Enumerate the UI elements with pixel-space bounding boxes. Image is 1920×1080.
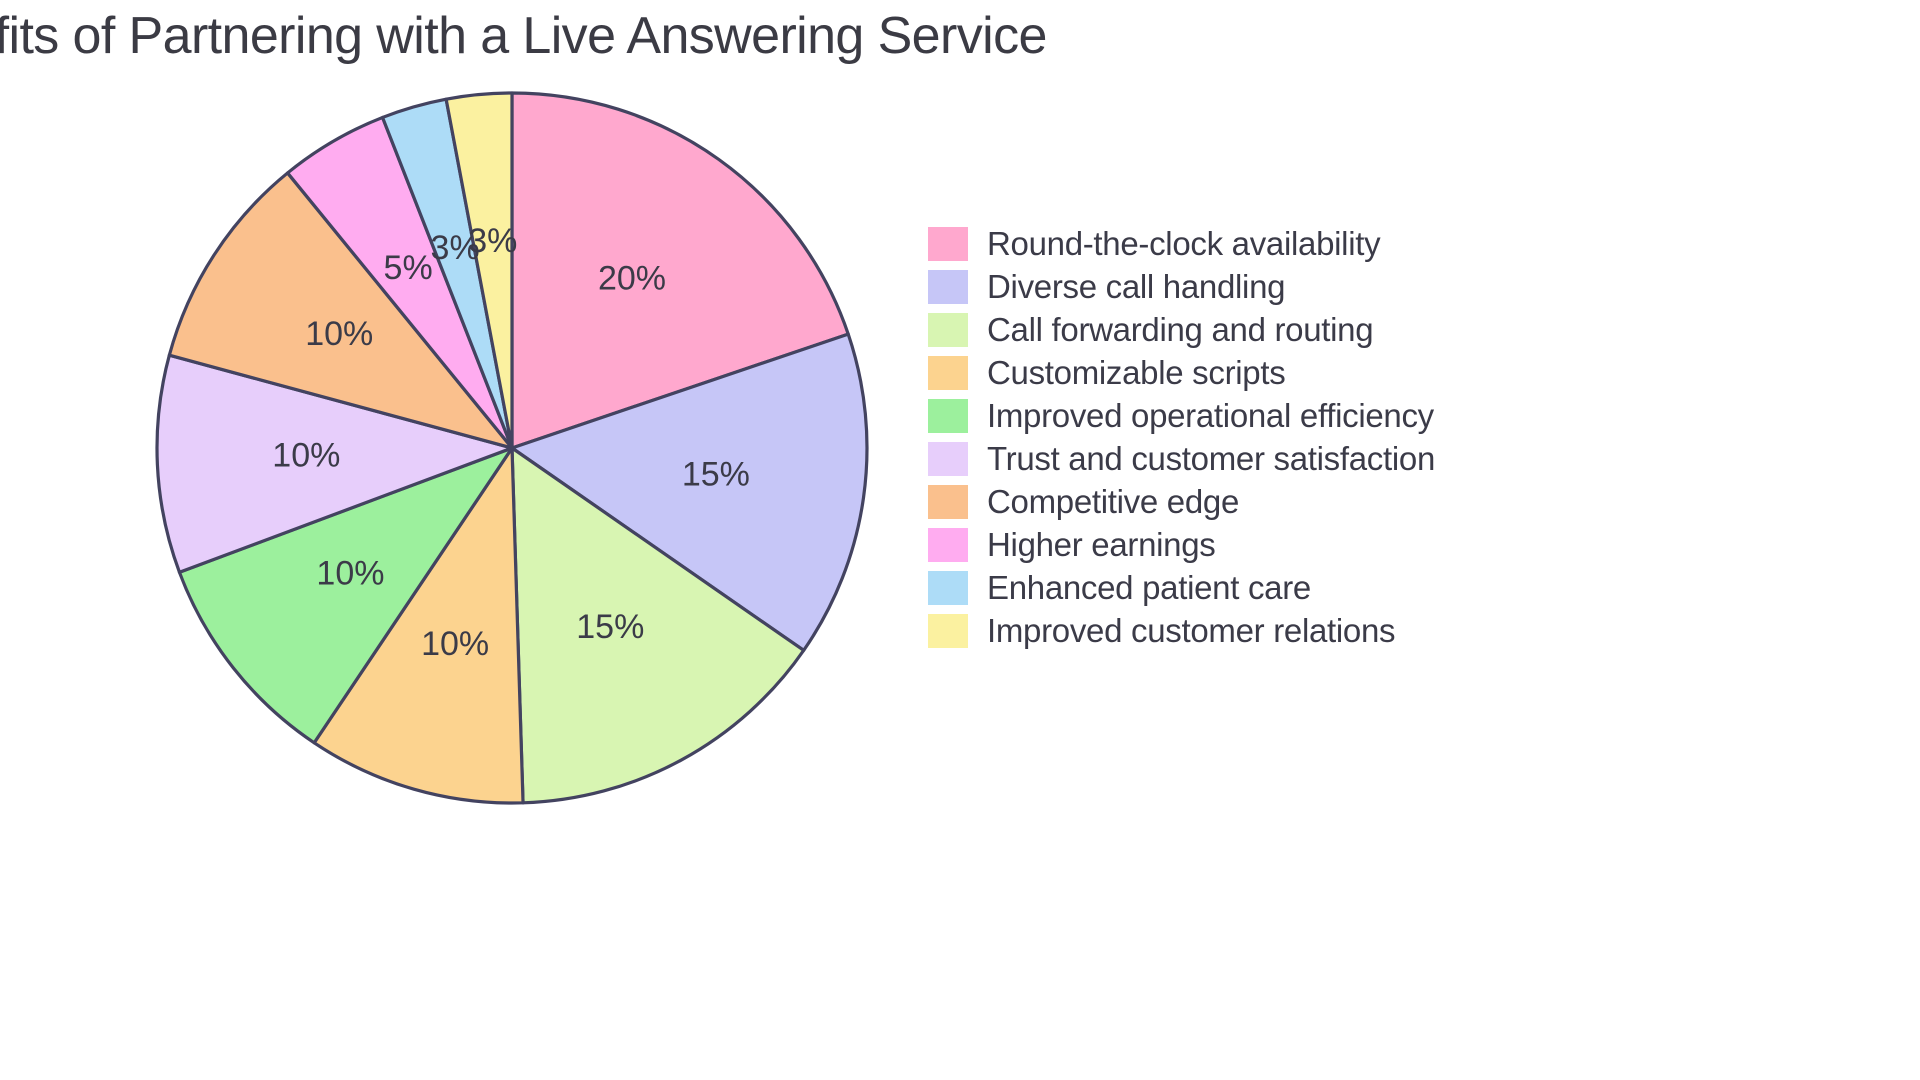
pie-slice-value-label: 10% xyxy=(421,625,489,663)
legend-swatch-icon xyxy=(928,441,968,476)
legend-item-label: Trust and customer satisfaction xyxy=(987,440,1435,477)
legend-item-label: Competitive edge xyxy=(987,483,1240,520)
legend-swatch-icon xyxy=(928,484,968,519)
legend-item-label: Improved customer relations xyxy=(987,612,1396,649)
pie-slices-group: Round-the-clock availability 20%Diverse … xyxy=(155,91,869,805)
legend-swatch-icon xyxy=(928,312,968,347)
legend-swatch-icon xyxy=(928,226,968,261)
legend-swatch-icon xyxy=(928,269,968,304)
pie-plot-area: Round-the-clock availability 20%Diverse … xyxy=(0,0,1030,1000)
legend-swatch-icon xyxy=(928,398,968,433)
legend-swatch-icon xyxy=(928,355,968,390)
legend-item[interactable]: Customizable scripts xyxy=(928,351,1435,394)
pie-slice-value-label: 5% xyxy=(384,249,433,287)
pie-slice-value-label: 15% xyxy=(682,456,750,494)
pie-svg: Round-the-clock availability 20%Diverse … xyxy=(155,91,869,805)
legend-swatch-icon xyxy=(928,613,968,648)
legend-item[interactable]: Higher earnings xyxy=(928,523,1435,566)
legend-item-label: Call forwarding and routing xyxy=(987,311,1374,348)
legend-item[interactable]: Improved customer relations xyxy=(928,609,1435,652)
legend-item[interactable]: Competitive edge xyxy=(928,480,1435,523)
pie-slice-value-label: 10% xyxy=(272,437,340,475)
legend-item-label: Enhanced patient care xyxy=(987,569,1311,606)
legend-swatch-icon xyxy=(928,570,968,605)
legend-item-label: Diverse call handling xyxy=(987,268,1286,305)
pie-slice-value-label: 3% xyxy=(468,222,517,260)
legend-item[interactable]: Improved operational efficiency xyxy=(928,394,1435,437)
pie-slice-value-label: 10% xyxy=(305,315,373,353)
legend-item-label: Customizable scripts xyxy=(987,354,1286,391)
legend-item[interactable]: Trust and customer satisfaction xyxy=(928,437,1435,480)
pie-chart-figure: nefits of Partnering with a Live Answeri… xyxy=(0,0,1920,1080)
legend-item-label: Higher earnings xyxy=(987,526,1216,563)
legend-item[interactable]: Diverse call handling xyxy=(928,265,1435,308)
pie-slice-value-label: 10% xyxy=(316,555,384,593)
legend-item[interactable]: Enhanced patient care xyxy=(928,566,1435,609)
legend-item[interactable]: Round-the-clock availability xyxy=(928,222,1435,265)
pie-slice-value-label: 20% xyxy=(598,260,666,298)
legend-item-label: Improved operational efficiency xyxy=(987,397,1434,434)
chart-legend: Round-the-clock availability Diverse call… xyxy=(928,222,1435,652)
legend-swatch-icon xyxy=(928,527,968,562)
legend-item-label: Round-the-clock availability xyxy=(987,225,1381,262)
pie-slice-value-label: 15% xyxy=(576,608,644,646)
legend-item[interactable]: Call forwarding and routing xyxy=(928,308,1435,351)
